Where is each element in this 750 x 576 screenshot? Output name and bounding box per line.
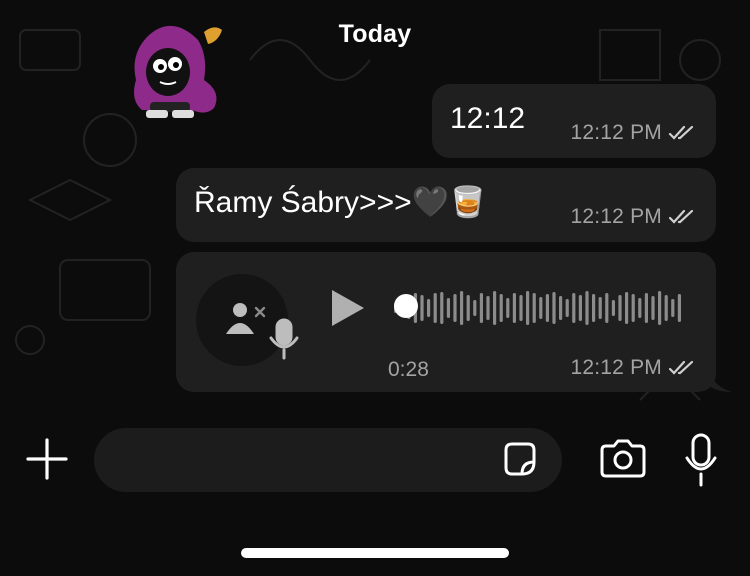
message-meta: 12:12 PM (571, 356, 697, 380)
waveform-bar (658, 291, 662, 325)
waveform-bar (446, 298, 450, 318)
bubble-tail (706, 366, 732, 392)
message-input-field[interactable] (94, 428, 562, 492)
waveform-bar (565, 299, 569, 317)
message-meta: 12:12 PM (571, 205, 697, 229)
waveform-bar (664, 295, 668, 321)
double-check-icon (668, 209, 694, 224)
waveform-bar (499, 294, 503, 322)
waveform-bar (625, 292, 629, 324)
waveform-bar (427, 299, 431, 317)
message-meta: 12:12 PM (571, 121, 697, 145)
person-muted-icon (226, 303, 266, 334)
waveform-bar (466, 295, 470, 321)
playback-slider-handle[interactable] (394, 294, 418, 318)
play-icon[interactable] (328, 288, 368, 328)
message-bubble[interactable]: 12:12 12:12 PM (432, 84, 716, 158)
waveform-bar (552, 292, 556, 324)
mic-icon[interactable] (684, 432, 718, 488)
waveform-bar (585, 291, 589, 325)
message-time: 12:12 PM (570, 121, 662, 144)
camera-icon[interactable] (598, 438, 648, 480)
waveform-bar (605, 293, 609, 323)
message-text: 12:12 (450, 102, 526, 135)
hooded-character-sticker[interactable] (126, 16, 226, 122)
waveform-bar (526, 291, 530, 325)
waveform-bar (559, 296, 563, 320)
waveform-bar (638, 298, 642, 318)
waveform-bar (677, 294, 681, 322)
waveform-bar (545, 294, 549, 322)
waveform-bar (592, 294, 596, 322)
waveform-bar (512, 293, 516, 323)
double-check-icon (668, 125, 694, 140)
waveform-bar (578, 295, 582, 321)
message-time: 12:12 PM (570, 356, 662, 379)
waveform-bar (473, 300, 477, 316)
date-separator: Today (338, 20, 412, 48)
mic-icon (269, 318, 299, 360)
waveform-bar (611, 300, 615, 316)
waveform-bar (493, 291, 497, 325)
double-check-icon (668, 360, 694, 375)
waveform-bar (572, 293, 576, 323)
waveform-bar (479, 293, 483, 323)
voice-waveform[interactable] (392, 290, 692, 326)
sticker-icon[interactable] (500, 440, 540, 480)
waveform-bar (644, 293, 648, 323)
waveform-bar (453, 294, 457, 322)
waveform-bar (671, 299, 675, 317)
voice-message-bubble[interactable]: 0:28 12:12 PM (176, 252, 716, 392)
waveform-bar (532, 293, 536, 323)
message-time: 12:12 PM (570, 205, 662, 228)
voice-duration: 0:28 (388, 358, 429, 381)
waveform-bar (598, 297, 602, 319)
composer-bar (0, 410, 750, 576)
message-bubble[interactable]: Řamy Śabry>>>🖤🥃 12:12 PM (176, 168, 716, 242)
waveform-bar (631, 294, 635, 322)
waveform-bar (618, 295, 622, 321)
message-text: Řamy Śabry>>>🖤🥃 (194, 186, 487, 219)
waveform-bar (440, 292, 444, 324)
waveform-bar (539, 297, 543, 319)
waveform-bar (433, 293, 437, 323)
plus-icon[interactable] (24, 436, 70, 482)
home-indicator[interactable] (241, 548, 509, 558)
waveform-bar (420, 295, 424, 321)
message-input[interactable] (118, 442, 502, 480)
waveform-bar (506, 298, 510, 318)
waveform-bar (519, 295, 523, 321)
waveform-bar (460, 291, 464, 325)
waveform-bar (651, 296, 655, 320)
waveform-bar (486, 296, 490, 320)
